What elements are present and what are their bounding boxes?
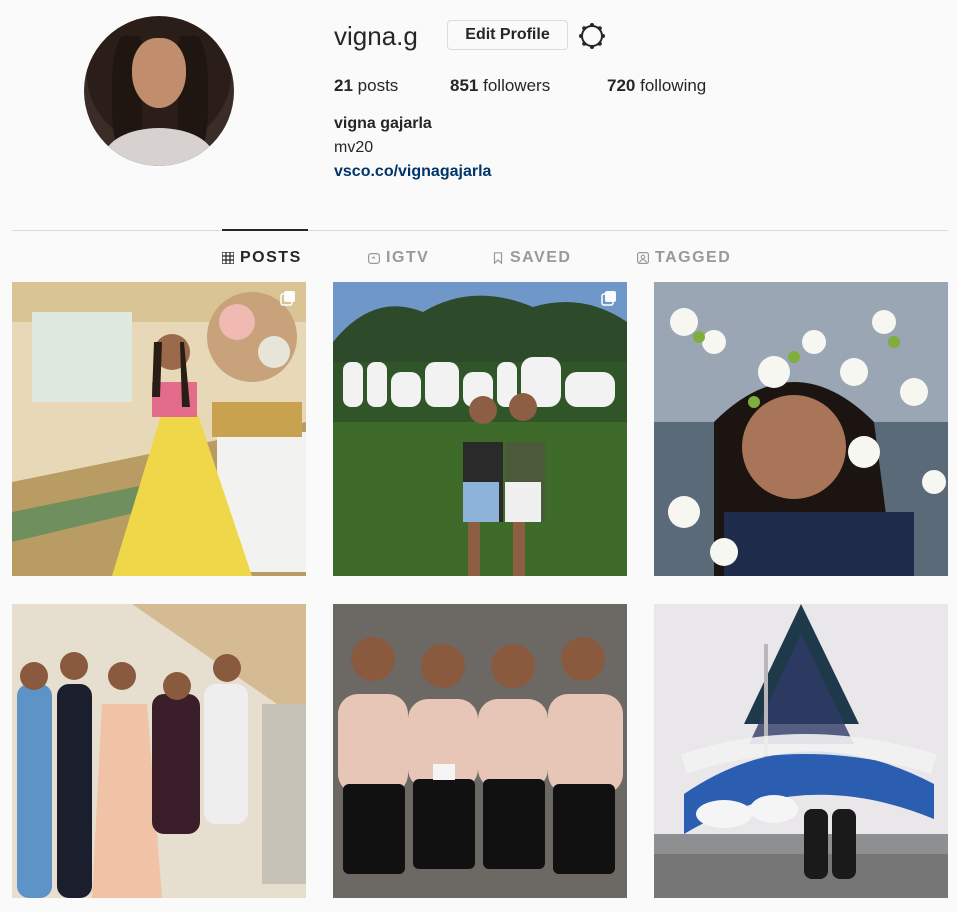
tab-posts-label: POSTS [240,249,302,266]
profile-website-link[interactable]: vsco.co/vignagajarla [334,163,491,181]
active-tab-indicator [222,229,308,231]
tab-saved-label: SAVED [510,249,572,266]
post-photo [333,604,627,898]
post-photo [654,282,948,576]
followers-label: followers [483,76,551,95]
multiple-posts-icon [601,291,616,306]
post-photo [12,282,306,576]
bookmark-icon [493,252,503,264]
tab-posts[interactable]: POSTS [222,246,302,270]
settings-gear-icon[interactable] [578,22,606,50]
posts-count: 21 [334,76,353,95]
followers-count: 851 [450,76,479,95]
avatar-face [132,38,186,108]
post-thumbnail[interactable] [333,604,627,898]
post-photo [333,282,627,576]
profile-bio-text: mv20 [334,139,374,156]
profile-full-name: vigna gajarla [334,115,432,132]
post-thumbnail[interactable] [333,282,627,576]
tab-saved[interactable]: SAVED [492,246,571,270]
post-thumbnail[interactable] [654,282,948,576]
following-label: following [640,76,707,95]
post-thumbnail[interactable] [12,282,306,576]
edit-profile-button[interactable]: Edit Profile [447,20,568,50]
followers-stat[interactable]: 851 followers [450,74,550,98]
posts-stat: 21 posts [334,74,398,98]
profile-avatar[interactable] [84,16,234,166]
tab-igtv-label: IGTV [386,249,430,266]
post-photo [12,604,306,898]
following-count: 720 [607,76,636,95]
post-thumbnail[interactable] [12,604,306,898]
tag-icon [637,252,649,264]
posts-label: posts [357,76,399,95]
post-photo [654,604,948,898]
igtv-icon [368,253,380,264]
tab-tagged[interactable]: TAGGED [637,246,731,270]
multiple-posts-icon [280,291,295,306]
tabs-divider [12,230,948,231]
tab-tagged-label: TAGGED [655,249,732,266]
profile-username: vigna.g [334,21,418,51]
following-stat[interactable]: 720 following [607,74,706,98]
tab-igtv[interactable]: IGTV [368,246,429,270]
grid-icon [222,252,234,264]
post-thumbnail[interactable] [654,604,948,898]
